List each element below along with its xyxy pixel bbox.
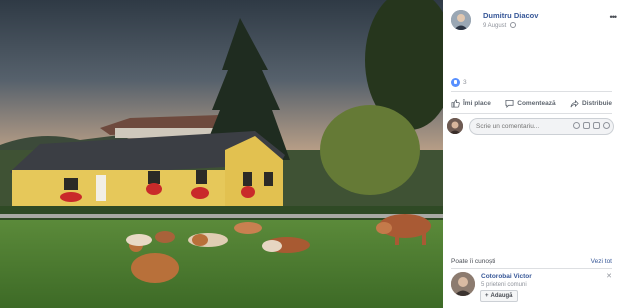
gif-icon[interactable] — [593, 122, 600, 129]
author-avatar-icon — [451, 10, 471, 30]
like-count: 3 — [463, 79, 467, 86]
see-all-link[interactable]: Vezi tot — [591, 258, 612, 265]
viewer-avatar — [447, 118, 463, 134]
author-avatar[interactable] — [451, 10, 471, 30]
mutual-friends[interactable]: 5 prieteni comuni — [481, 282, 527, 288]
post-side-panel: Dumitru Diacov 9 August ••• 3 Îmi place … — [443, 0, 620, 308]
comment-icon — [505, 99, 514, 108]
post-meta: 9 August — [483, 22, 517, 29]
suggested-person-avatar-icon — [451, 272, 475, 296]
post-actions: Îmi place Comentează Distribuie — [451, 94, 612, 112]
add-friend-label: Adaugă — [490, 293, 513, 299]
like-button[interactable]: Îmi place — [451, 98, 491, 108]
divider — [451, 268, 612, 269]
thumbs-up-icon — [451, 98, 460, 108]
close-icon[interactable]: ✕ — [606, 272, 612, 280]
post-photo[interactable] — [0, 0, 443, 308]
divider — [451, 91, 612, 92]
more-options-button[interactable]: ••• — [610, 12, 618, 22]
like-reaction-icon — [451, 78, 460, 87]
viewer-avatar-icon — [447, 118, 463, 134]
post-date[interactable]: 9 August — [483, 23, 506, 29]
post-header: Dumitru Diacov 9 August ••• — [451, 8, 618, 34]
like-label: Îmi place — [463, 99, 491, 107]
add-friend-button[interactable]: + Adaugă — [480, 290, 518, 302]
divider — [451, 113, 612, 114]
sticker-icon[interactable] — [603, 122, 610, 129]
suggested-person-avatar[interactable] — [451, 272, 475, 296]
suggested-person-name[interactable]: Cotorobai Victor — [481, 273, 532, 280]
comment-label: Comentează — [517, 99, 556, 107]
author-name[interactable]: Dumitru Diacov — [483, 11, 538, 20]
share-label: Distribuie — [582, 99, 612, 107]
comment-tools — [573, 122, 610, 129]
emoji-icon[interactable] — [573, 122, 580, 129]
comment-composer — [447, 117, 616, 137]
comment-button[interactable]: Comentează — [505, 99, 556, 108]
globe-icon — [510, 22, 517, 28]
people-you-may-know: Poate îi cunoști Vezi tot Cotorobai Vict… — [443, 255, 620, 308]
pymk-title: Poate îi cunoști — [451, 258, 496, 265]
add-friend-icon: + — [485, 293, 489, 299]
share-icon — [570, 99, 579, 107]
share-button[interactable]: Distribuie — [570, 99, 612, 108]
camera-icon[interactable] — [583, 122, 590, 129]
reactions-summary[interactable]: 3 — [451, 78, 467, 87]
photo-viewer — [0, 0, 443, 308]
